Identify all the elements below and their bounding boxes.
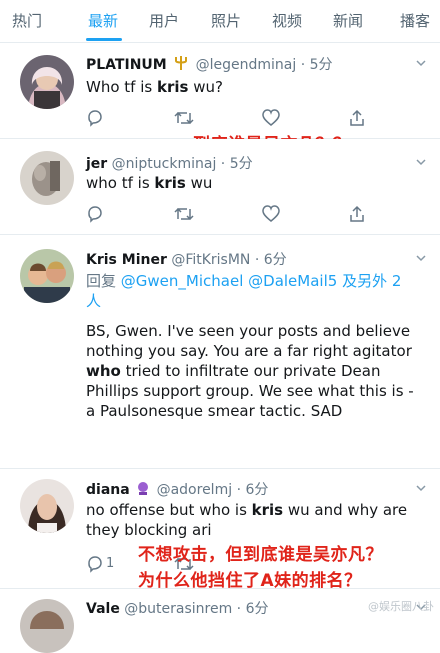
avatar[interactable] bbox=[20, 249, 74, 303]
user-handle[interactable]: @FitKrisMN bbox=[171, 252, 250, 268]
user-handle[interactable]: @buterasinrem bbox=[124, 601, 232, 617]
chevron-down-icon[interactable] bbox=[416, 253, 426, 263]
avatar[interactable] bbox=[20, 479, 74, 533]
user-handle[interactable]: @adorelmj bbox=[157, 482, 233, 498]
chevron-down-icon[interactable] bbox=[416, 157, 426, 167]
reply-icon bbox=[88, 110, 102, 127]
retweet-button[interactable] bbox=[174, 205, 194, 225]
user-handle[interactable]: @niptuckminaj bbox=[112, 156, 217, 172]
share-icon bbox=[350, 109, 364, 126]
retweet-icon bbox=[174, 111, 194, 125]
trident-emoji-icon bbox=[173, 55, 189, 75]
avatar[interactable] bbox=[20, 599, 74, 653]
annotation-red-text-line1: 不想攻击，但到底谁是吴亦凡？ bbox=[138, 545, 383, 565]
tweet-card[interactable]: PLATINUM @legendminaj · 5分 Who tf is kri… bbox=[0, 43, 440, 139]
tab-videos[interactable]: 视频 bbox=[272, 10, 302, 31]
watermark: @娱乐圈八卦 bbox=[368, 600, 434, 613]
tweet-time[interactable]: · 5分 bbox=[221, 156, 253, 172]
reply-icon bbox=[88, 206, 102, 223]
like-button[interactable] bbox=[262, 109, 280, 129]
mention-link[interactable]: @DaleMail5 bbox=[248, 272, 337, 290]
tab-top[interactable]: 热门 bbox=[12, 10, 42, 31]
annotation-red-text-line2: 为什么他挡住了A妹的排名？ bbox=[138, 571, 362, 591]
tab-podcasts[interactable]: 播客 bbox=[400, 10, 430, 31]
tab-latest[interactable]: 最新 bbox=[88, 10, 118, 31]
heart-icon bbox=[262, 205, 280, 222]
tweet-header: Vale @buterasinrem · 6分 bbox=[86, 598, 268, 618]
mention-link[interactable]: @Gwen_Michael bbox=[121, 272, 244, 290]
user-handle[interactable]: @legendminaj bbox=[196, 57, 297, 73]
tweet-header: diana @adorelmj · 6分 bbox=[86, 479, 268, 499]
display-name[interactable]: jer bbox=[86, 156, 107, 172]
share-button[interactable] bbox=[348, 109, 366, 129]
more-mentions-link[interactable]: 及另外 2 bbox=[337, 272, 401, 290]
tweet-header: PLATINUM @legendminaj · 5分 bbox=[86, 54, 333, 75]
display-name[interactable]: Vale bbox=[86, 601, 120, 617]
share-icon bbox=[350, 205, 364, 222]
tweet-text: Who tf is kris wu? bbox=[86, 78, 223, 96]
reply-context: 回复 @Gwen_Michael @DaleMail5 及另外 2人 bbox=[86, 272, 402, 310]
display-name[interactable]: Kris Miner bbox=[86, 252, 167, 268]
search-tabs: 热门 最新 用户 照片 视频 新闻 播客 bbox=[0, 0, 440, 43]
retweet-button[interactable] bbox=[174, 109, 194, 129]
avatar[interactable] bbox=[20, 151, 74, 205]
tweet-time[interactable]: · 6分 bbox=[237, 482, 269, 498]
reply-icon bbox=[88, 556, 102, 573]
reply-button[interactable] bbox=[86, 109, 104, 129]
tweet-header: Kris Miner @FitKrisMN · 6分 bbox=[86, 249, 287, 269]
tweet-time[interactable]: · 6分 bbox=[237, 601, 269, 617]
tweet-actions bbox=[86, 205, 386, 225]
retweet-icon bbox=[174, 207, 194, 221]
crystal-ball-emoji-icon bbox=[136, 481, 150, 499]
tab-photos[interactable]: 照片 bbox=[211, 10, 241, 31]
more-mentions-link[interactable]: 人 bbox=[86, 292, 101, 310]
tweet-text: no offense but who is kris wu and why ar… bbox=[86, 501, 408, 539]
tweet-card[interactable]: jer @niptuckminaj · 5分 who tf is kris wu bbox=[0, 139, 440, 235]
tab-people[interactable]: 用户 bbox=[149, 10, 179, 31]
tweet-header: jer @niptuckminaj · 5分 bbox=[86, 153, 253, 173]
reply-button[interactable] bbox=[86, 205, 104, 225]
tweet-actions bbox=[86, 109, 386, 129]
tweet-card[interactable]: Kris Miner @FitKrisMN · 6分 回复 @Gwen_Mich… bbox=[0, 235, 440, 469]
active-tab-indicator bbox=[86, 38, 122, 41]
heart-icon bbox=[262, 109, 280, 126]
share-button[interactable] bbox=[348, 205, 366, 225]
chevron-down-icon[interactable] bbox=[416, 58, 426, 68]
tweet-text: who tf is kris wu bbox=[86, 174, 213, 192]
tweet-text: BS, Gwen. I've seen your posts and belie… bbox=[86, 322, 414, 420]
chevron-down-icon[interactable] bbox=[416, 483, 426, 493]
reply-count: 1 bbox=[106, 556, 115, 571]
display-name[interactable]: PLATINUM bbox=[86, 57, 167, 73]
tab-news[interactable]: 新闻 bbox=[333, 10, 363, 31]
avatar[interactable] bbox=[20, 55, 74, 109]
display-name[interactable]: diana bbox=[86, 482, 130, 498]
reply-button[interactable]: 1 bbox=[86, 555, 114, 575]
like-button[interactable] bbox=[262, 205, 280, 225]
tweet-time[interactable]: · 6分 bbox=[255, 252, 287, 268]
tweet-time[interactable]: · 5分 bbox=[301, 57, 333, 73]
